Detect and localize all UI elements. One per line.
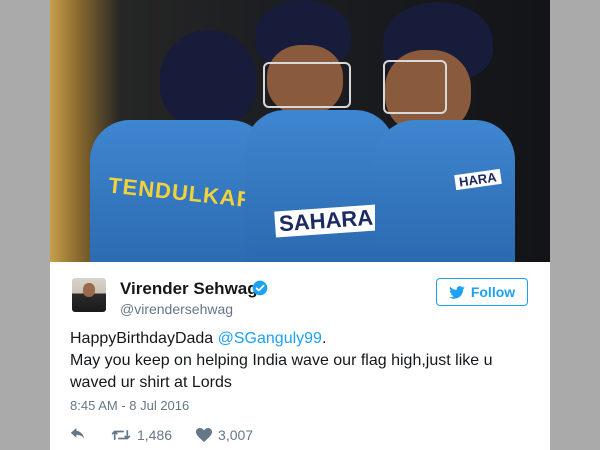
author-handle[interactable]: @virendersehwag [120, 301, 233, 317]
player-right: HARA [325, 0, 515, 262]
tweet-body: Virender Sehwag @virendersehwag Follow H… [50, 262, 550, 450]
tweet-card: TENDULKAR SAHARA HARA Virender Sehwag @v… [50, 0, 550, 450]
mention-link[interactable]: @SGanguly99 [218, 330, 322, 347]
author-name[interactable]: Virender Sehwag [120, 279, 258, 299]
tweet-text-body: May you keep on helping India wave our f… [70, 352, 493, 391]
tweet-timestamp[interactable]: 8:45 AM - 8 Jul 2016 [70, 398, 189, 413]
tweet-actions: 1,486 3,007 [70, 426, 277, 444]
retweet-count: 1,486 [137, 427, 173, 443]
tweet-text-prefix: HappyBirthdayDada [70, 330, 218, 347]
player-left: TENDULKAR [90, 30, 270, 262]
tweet-photo[interactable]: TENDULKAR SAHARA HARA [50, 0, 550, 262]
follow-button[interactable]: Follow [436, 278, 528, 306]
like-count: 3,007 [218, 427, 254, 443]
retweet-button[interactable]: 1,486 [111, 427, 172, 443]
retweet-icon [111, 429, 131, 441]
tweet-text: HappyBirthdayDada @SGanguly99. May you k… [70, 328, 540, 394]
twitter-bird-icon [448, 285, 465, 299]
avatar[interactable] [72, 278, 106, 312]
heart-icon [196, 428, 213, 442]
tweet-text-suffix: . [321, 330, 327, 347]
verified-icon [252, 280, 268, 296]
reply-button[interactable] [70, 428, 87, 442]
reply-icon [70, 428, 85, 439]
like-button[interactable]: 3,007 [196, 427, 253, 443]
follow-label: Follow [470, 284, 516, 300]
